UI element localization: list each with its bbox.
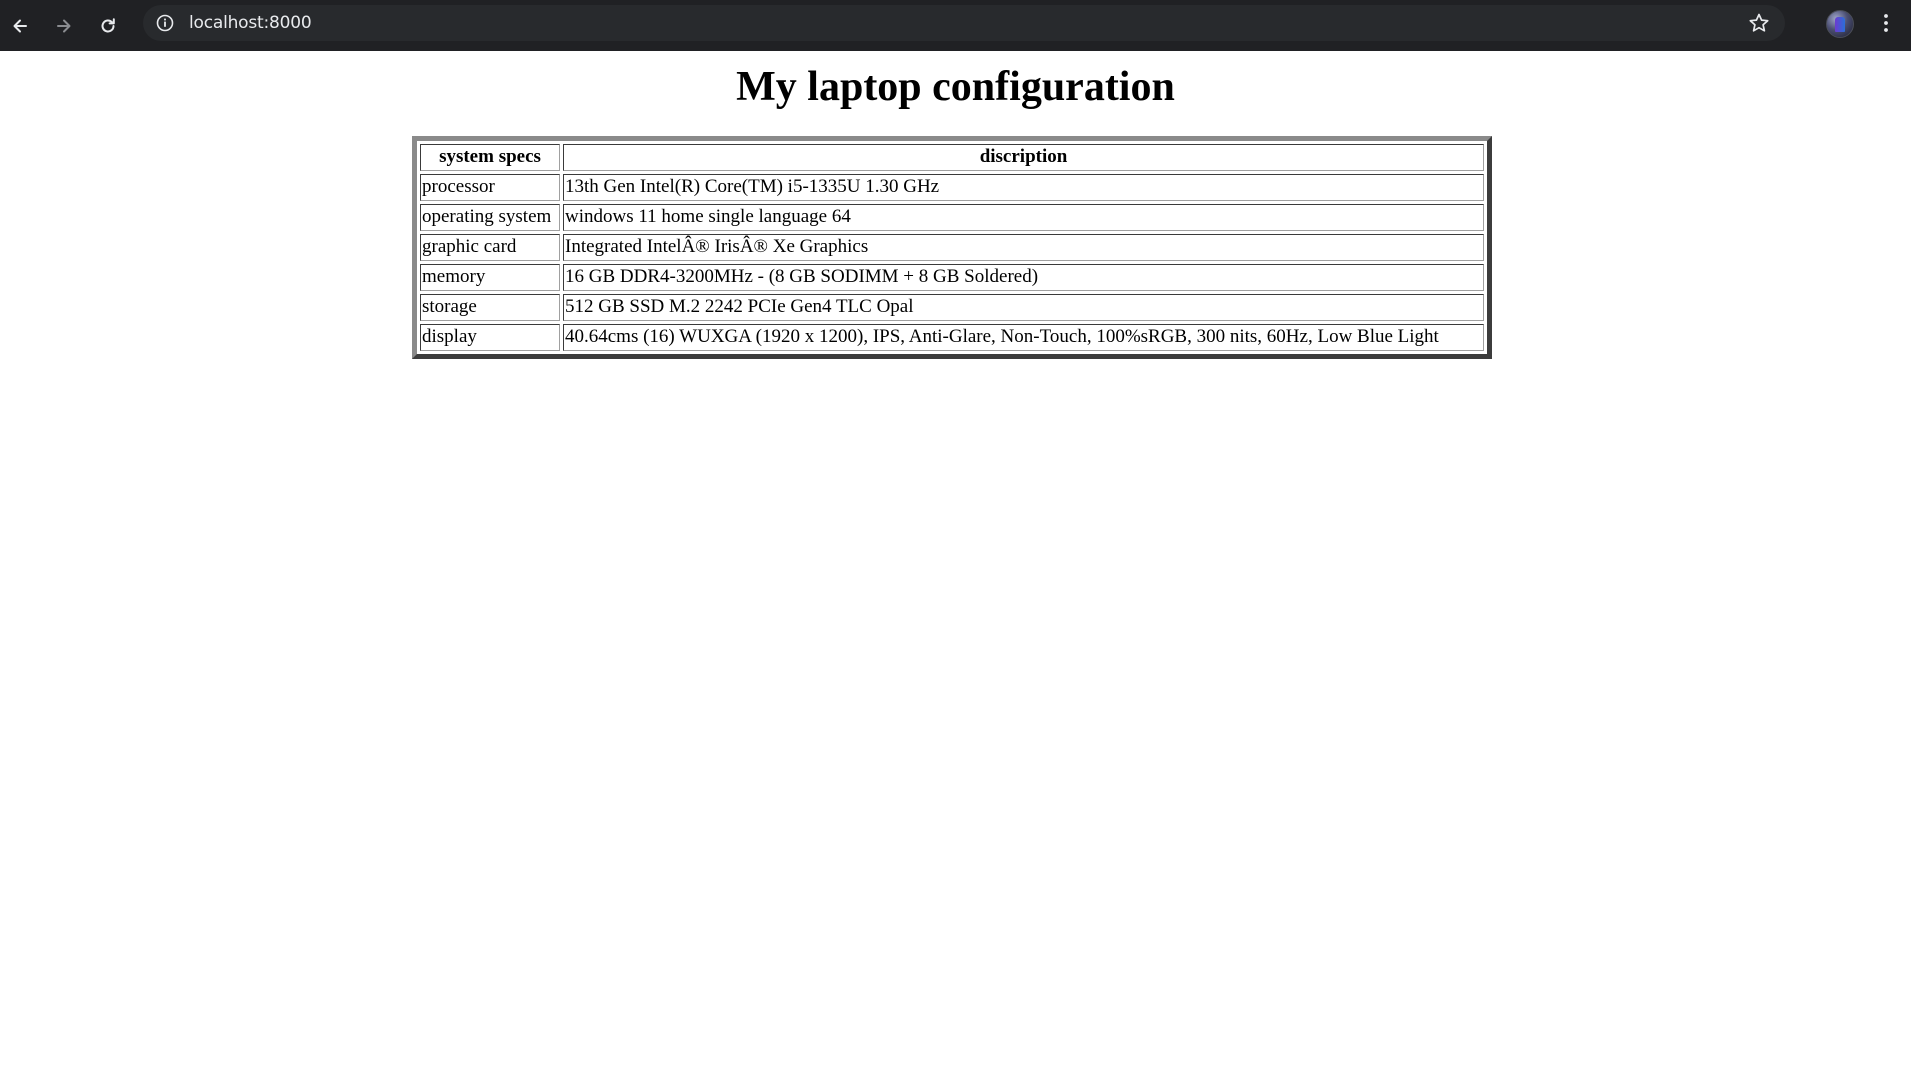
spec-description-cell: windows 11 home single language 64: [563, 204, 1484, 231]
table-row: graphic card Integrated IntelÂ® IrisÂ® X…: [420, 234, 1484, 261]
spec-name-cell: processor: [420, 174, 560, 201]
table-row: storage 512 GB SSD M.2 2242 PCIe Gen4 TL…: [420, 294, 1484, 321]
url-text[interactable]: localhost:8000: [189, 13, 312, 33]
back-button[interactable]: [0, 6, 40, 46]
spec-description-cell: 40.64cms (16) WUXGA (1920 x 1200), IPS, …: [563, 324, 1484, 351]
column-header-system-specs: system specs: [420, 144, 560, 171]
arrow-right-icon: [57, 19, 71, 32]
star-icon[interactable]: [1747, 11, 1771, 35]
reload-button[interactable]: [88, 6, 128, 46]
spec-table: system specs discription processor 13th …: [412, 136, 1492, 359]
spec-description-cell: 512 GB SSD M.2 2242 PCIe Gen4 TLC Opal: [563, 294, 1484, 321]
arrow-left-icon: [13, 19, 27, 32]
page-content: My laptop configuration system specs dis…: [0, 51, 1911, 1081]
table-row: operating system windows 11 home single …: [420, 204, 1484, 231]
column-header-description: discription: [563, 144, 1484, 171]
avatar[interactable]: [1826, 10, 1854, 38]
browser-toolbar: localhost:8000: [0, 0, 1911, 51]
spec-description-cell: 13th Gen Intel(R) Core(TM) i5-1335U 1.30…: [563, 174, 1484, 201]
reload-icon: [101, 17, 115, 32]
table-row: processor 13th Gen Intel(R) Core(TM) i5-…: [420, 174, 1484, 201]
page-title: My laptop configuration: [736, 64, 1175, 110]
spec-name-cell: storage: [420, 294, 560, 321]
forward-button[interactable]: [44, 6, 84, 46]
info-icon[interactable]: [153, 11, 177, 35]
table-row: memory 16 GB DDR4-3200MHz - (8 GB SODIMM…: [420, 264, 1484, 291]
spec-name-cell: display: [420, 324, 560, 351]
table-header-row: system specs discription: [420, 144, 1484, 171]
spec-description-cell: 16 GB DDR4-3200MHz - (8 GB SODIMM + 8 GB…: [563, 264, 1484, 291]
spec-name-cell: operating system: [420, 204, 560, 231]
kebab-menu-icon[interactable]: [1876, 10, 1896, 36]
spec-name-cell: graphic card: [420, 234, 560, 261]
table-row: display 40.64cms (16) WUXGA (1920 x 1200…: [420, 324, 1484, 351]
address-bar[interactable]: localhost:8000: [143, 5, 1785, 41]
spec-name-cell: memory: [420, 264, 560, 291]
spec-description-cell: Integrated IntelÂ® IrisÂ® Xe Graphics: [563, 234, 1484, 261]
